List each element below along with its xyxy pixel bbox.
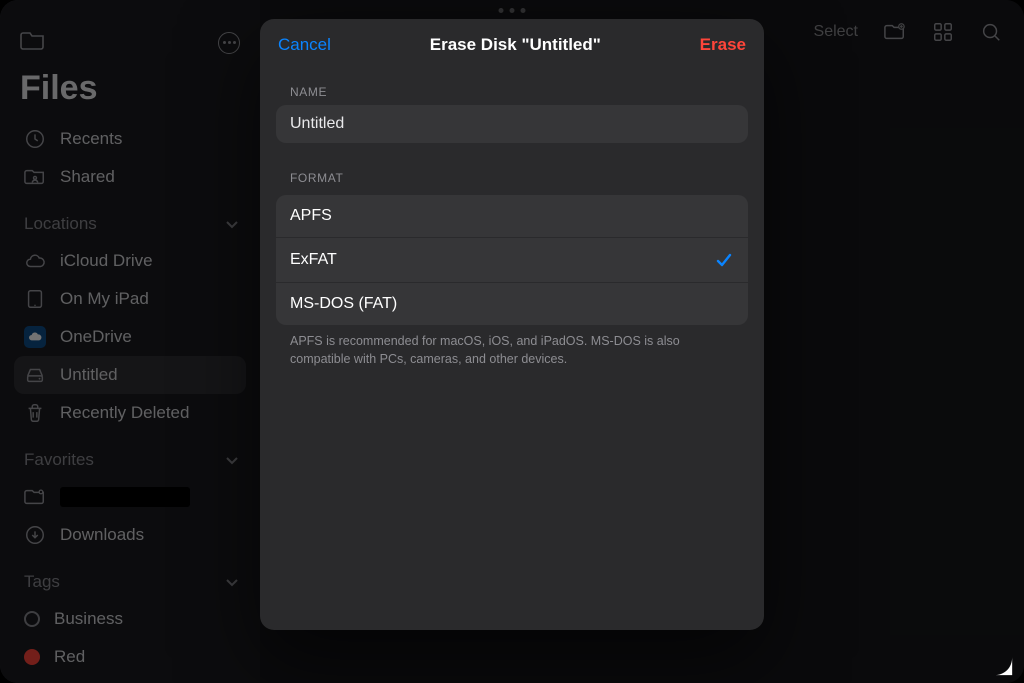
sidebar-item-shared[interactable]: Shared [14, 158, 246, 196]
onedrive-icon [24, 326, 46, 348]
sidebar-item-label: iCloud Drive [60, 251, 153, 271]
search-icon[interactable] [980, 21, 1002, 43]
format-option-apfs[interactable]: APFS [276, 195, 748, 238]
format-help-text: APFS is recommended for macOS, iOS, and … [276, 325, 748, 368]
sidebar-item-ipad[interactable]: On My iPad [14, 280, 246, 318]
clock-icon [24, 128, 46, 150]
sidebar-tag-business[interactable]: Business [14, 600, 246, 638]
new-folder-icon[interactable] [884, 21, 906, 43]
folder-lock-icon [24, 486, 46, 508]
modal-body: NAME FORMAT APFS ExFAT MS-DOS (FAT) APFS… [260, 69, 764, 374]
sidebar-section-locations[interactable]: Locations [14, 206, 246, 242]
sidebar: Files Recents Shared Locations iCloud Dr… [0, 0, 260, 683]
sidebar-item-label: Recently Deleted [60, 403, 189, 423]
sidebar-item-onedrive[interactable]: OneDrive [14, 318, 246, 356]
redacted-label [60, 487, 190, 507]
view-grid-icon[interactable] [932, 21, 954, 43]
app-window: Files Recents Shared Locations iCloud Dr… [0, 0, 1024, 683]
sidebar-item-label: Recents [60, 129, 122, 149]
section-label: Favorites [24, 450, 94, 470]
chevron-down-icon [224, 452, 240, 468]
section-label: Tags [24, 572, 60, 592]
sidebar-item-icloud[interactable]: iCloud Drive [14, 242, 246, 280]
name-field-label: NAME [276, 75, 748, 105]
sidebar-item-label: Untitled [60, 365, 118, 385]
ipad-icon [24, 288, 46, 310]
sidebar-item-label: On My iPad [60, 289, 149, 309]
select-button[interactable]: Select [814, 23, 858, 41]
shared-folder-icon [24, 166, 46, 188]
chevron-down-icon [224, 216, 240, 232]
format-field-label: FORMAT [276, 161, 748, 191]
modal-title: Erase Disk "Untitled" [430, 35, 601, 55]
tag-dot-icon [24, 611, 40, 627]
sidebar-item-label: Downloads [60, 525, 144, 545]
sidebar-section-tags[interactable]: Tags [14, 564, 246, 600]
chat-tail-artifact [992, 655, 1014, 677]
sidebar-item-label: Red [54, 647, 85, 667]
sidebar-section-favorites[interactable]: Favorites [14, 442, 246, 478]
format-options: APFS ExFAT MS-DOS (FAT) [276, 195, 748, 325]
format-option-label: MS-DOS (FAT) [290, 295, 397, 313]
tag-dot-icon [24, 649, 40, 665]
sidebar-top-row [14, 22, 246, 63]
more-icon[interactable] [218, 32, 240, 54]
sidebar-item-recently-deleted[interactable]: Recently Deleted [14, 394, 246, 432]
erase-button[interactable]: Erase [700, 35, 746, 55]
cancel-button[interactable]: Cancel [278, 35, 331, 55]
erase-disk-modal: Cancel Erase Disk "Untitled" Erase NAME … [260, 19, 764, 630]
download-icon [24, 524, 46, 546]
sidebar-item-redacted[interactable] [14, 478, 246, 516]
chevron-down-icon [224, 574, 240, 590]
disk-name-input[interactable] [276, 105, 748, 143]
section-label: Locations [24, 214, 97, 234]
format-option-msdos[interactable]: MS-DOS (FAT) [276, 283, 748, 325]
trash-icon [24, 402, 46, 424]
sidebar-item-label: Business [54, 609, 123, 629]
sidebar-item-label: Shared [60, 167, 115, 187]
sidebar-item-downloads[interactable]: Downloads [14, 516, 246, 554]
format-option-label: APFS [290, 207, 332, 225]
sidebar-tag-orange[interactable]: Orange [14, 676, 246, 683]
format-option-label: ExFAT [290, 251, 337, 269]
checkmark-icon [714, 250, 734, 270]
app-title: Files [14, 63, 246, 120]
folder-icon[interactable] [20, 30, 44, 55]
sidebar-tag-red[interactable]: Red [14, 638, 246, 676]
modal-header: Cancel Erase Disk "Untitled" Erase [260, 19, 764, 69]
cloud-icon [24, 250, 46, 272]
format-option-exfat[interactable]: ExFAT [276, 238, 748, 283]
external-drive-icon [24, 364, 46, 386]
sidebar-item-label: OneDrive [60, 327, 132, 347]
sidebar-item-recents[interactable]: Recents [14, 120, 246, 158]
sidebar-item-untitled[interactable]: Untitled [14, 356, 246, 394]
